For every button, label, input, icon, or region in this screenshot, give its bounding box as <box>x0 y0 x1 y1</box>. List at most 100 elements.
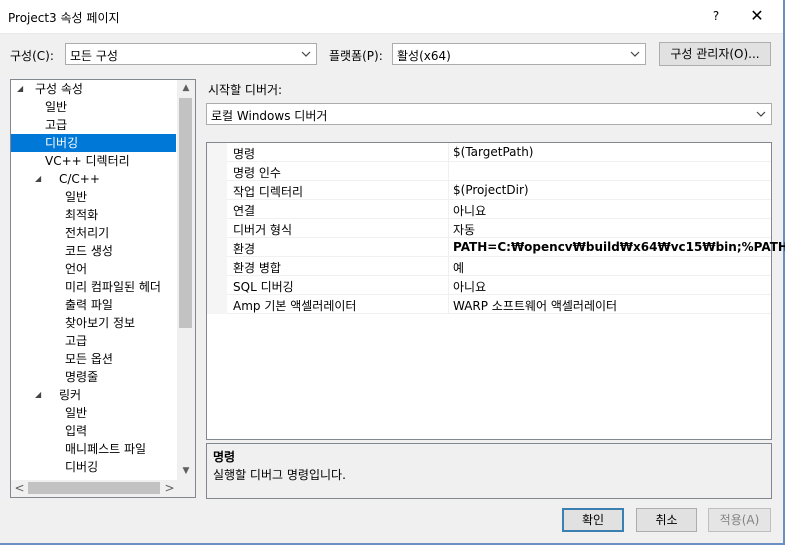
config-combo[interactable]: 모든 구성 <box>65 43 317 65</box>
close-button[interactable]: ✕ <box>742 4 772 28</box>
chevron-down-icon <box>630 51 640 57</box>
property-value[interactable]: 자동 <box>453 221 475 238</box>
scroll-left-icon[interactable]: < <box>11 480 28 497</box>
property-value[interactable]: $(ProjectDir) <box>453 183 529 197</box>
property-name: 연결 <box>233 204 256 218</box>
column-divider <box>448 257 449 276</box>
row-margin <box>207 200 227 219</box>
debugger-value: 로컬 Windows 디버거 <box>211 109 328 123</box>
row-margin <box>207 257 227 276</box>
title-bar: Project3 속성 페이지 ? ✕ <box>0 0 785 34</box>
property-row[interactable]: SQL 디버깅 아니요 <box>207 276 771 295</box>
property-value[interactable]: 아니요 <box>453 202 486 219</box>
property-value[interactable]: PATH=C:₩opencv₩build₩x64₩vc15₩bin;%PATH% <box>453 240 785 254</box>
row-margin <box>207 181 227 200</box>
row-margin <box>207 219 227 238</box>
property-row[interactable]: 명령 인수 <box>207 162 771 181</box>
platform-label: 플랫폼(P): <box>329 49 383 63</box>
tree-item-label: 매니페스트 파일 <box>65 442 147 456</box>
tree-item-label: C/C++ <box>59 172 100 186</box>
property-row[interactable]: 환경 병합 예 <box>207 257 771 276</box>
property-row[interactable]: 명령 $(TargetPath) <box>207 143 771 162</box>
property-value[interactable]: WARP 소프트웨어 액셀러레이터 <box>453 297 617 314</box>
description-text: 실행할 디버그 명령입니다. <box>213 468 346 482</box>
column-divider <box>448 238 449 257</box>
property-row[interactable]: 작업 디렉터리 $(ProjectDir) <box>207 181 771 200</box>
apply-button[interactable]: 적용(A) <box>708 508 771 532</box>
property-value[interactable]: $(TargetPath) <box>453 145 533 159</box>
tree-item-label: 일반 <box>65 406 88 420</box>
tree-item-label: 찾아보기 정보 <box>65 316 136 330</box>
expander-icon[interactable]: ◢ <box>35 386 45 404</box>
property-value[interactable]: 아니요 <box>453 278 486 295</box>
property-grid[interactable]: 명령 $(TargetPath) 명령 인수작업 디렉터리 $(ProjectDir)… <box>206 142 785 440</box>
config-value: 모든 구성 <box>70 49 118 63</box>
tree-item-label: 일반 <box>65 190 88 204</box>
property-row[interactable]: 환경 PATH=C:₩opencv₩build₩x64₩vc15₩bin;%PAT… <box>207 238 785 257</box>
tree-item-label: 전처리기 <box>65 226 110 240</box>
tree-item-label: 언어 <box>65 262 88 276</box>
property-name: 환경 병합 <box>233 261 281 275</box>
tree-item-label: 최적화 <box>65 208 99 222</box>
tree-item[interactable]: 디버깅 <box>11 134 176 152</box>
config-manager-button[interactable]: 구성 관리자(O)... <box>659 42 771 66</box>
tree-item-label: VC++ 디렉터리 <box>45 154 130 168</box>
tree-item-label: 디버깅 <box>45 136 79 150</box>
expander-icon[interactable]: ◢ <box>17 80 27 98</box>
row-margin <box>207 295 227 314</box>
property-name: 명령 인수 <box>233 166 281 180</box>
cancel-button[interactable]: 취소 <box>636 508 697 532</box>
column-divider <box>448 276 449 295</box>
row-margin <box>207 143 227 162</box>
row-margin <box>207 238 227 257</box>
window-title: Project3 속성 페이지 <box>8 11 120 25</box>
column-divider <box>448 200 449 219</box>
property-row[interactable]: Amp 기본 액셀러레이터 WARP 소프트웨어 액셀러레이터 <box>207 295 771 314</box>
column-divider <box>448 181 449 200</box>
tree-vertical-scrollbar[interactable]: ▲ ▼ <box>177 80 195 480</box>
property-value[interactable]: 예 <box>453 259 464 276</box>
column-divider <box>448 219 449 238</box>
scroll-up-icon[interactable]: ▲ <box>177 80 195 97</box>
tree-item-label: 모든 옵션 <box>65 352 113 366</box>
tree-item-label: 링커 <box>59 388 82 402</box>
scroll-thumb[interactable] <box>28 482 160 494</box>
expander-icon[interactable]: ◢ <box>35 170 45 188</box>
column-divider <box>448 295 449 314</box>
row-margin <box>207 162 227 181</box>
property-row[interactable]: 연결 아니요 <box>207 200 771 219</box>
scroll-down-icon[interactable]: ▼ <box>177 463 195 480</box>
property-name: 명령 <box>233 147 256 161</box>
description-panel: 명령 실행할 디버그 명령입니다. <box>206 443 772 499</box>
tree-horizontal-scrollbar[interactable]: < > <box>11 480 195 497</box>
tree-item-label: 미리 컴파일된 헤더 <box>65 280 161 294</box>
tree-item-label: 일반 <box>45 100 68 114</box>
tree-item-label: 고급 <box>65 334 88 348</box>
property-tree[interactable]: ◢ 구성 속성 일반 고급 디버깅 VC++ 디렉터리 ◢ C/C++ 일반 최적화 전처리기 코드 … <box>10 79 196 498</box>
tree-item-label: 디버깅 <box>65 460 99 474</box>
description-title: 명령 <box>213 450 236 464</box>
chevron-down-icon <box>301 51 311 57</box>
tree-item-label: 출력 파일 <box>65 298 113 312</box>
debugger-start-label: 시작할 디버거: <box>208 83 283 97</box>
debugger-combo[interactable]: 로컬 Windows 디버거 <box>206 103 772 125</box>
property-name: SQL 디버깅 <box>233 280 294 294</box>
tree-item-label: 명령줄 <box>65 370 99 384</box>
ok-button[interactable]: 확인 <box>562 508 624 532</box>
row-margin <box>207 276 227 295</box>
tree-item-label: 구성 속성 <box>35 82 83 96</box>
platform-combo[interactable]: 활성(x64) <box>392 43 646 65</box>
property-name: 작업 디렉터리 <box>233 185 304 199</box>
chevron-down-icon <box>756 111 766 117</box>
property-name: 디버거 형식 <box>233 223 293 237</box>
scroll-right-icon[interactable]: > <box>161 480 178 497</box>
property-name: 환경 <box>233 242 256 256</box>
column-divider <box>448 143 449 162</box>
config-label: 구성(C): <box>10 49 54 63</box>
column-divider <box>448 162 449 181</box>
tree-item-label: 코드 생성 <box>65 244 113 258</box>
help-button[interactable]: ? <box>704 4 728 28</box>
scroll-thumb[interactable] <box>179 98 192 328</box>
property-row[interactable]: 디버거 형식 자동 <box>207 219 771 238</box>
platform-value: 활성(x64) <box>397 49 451 63</box>
